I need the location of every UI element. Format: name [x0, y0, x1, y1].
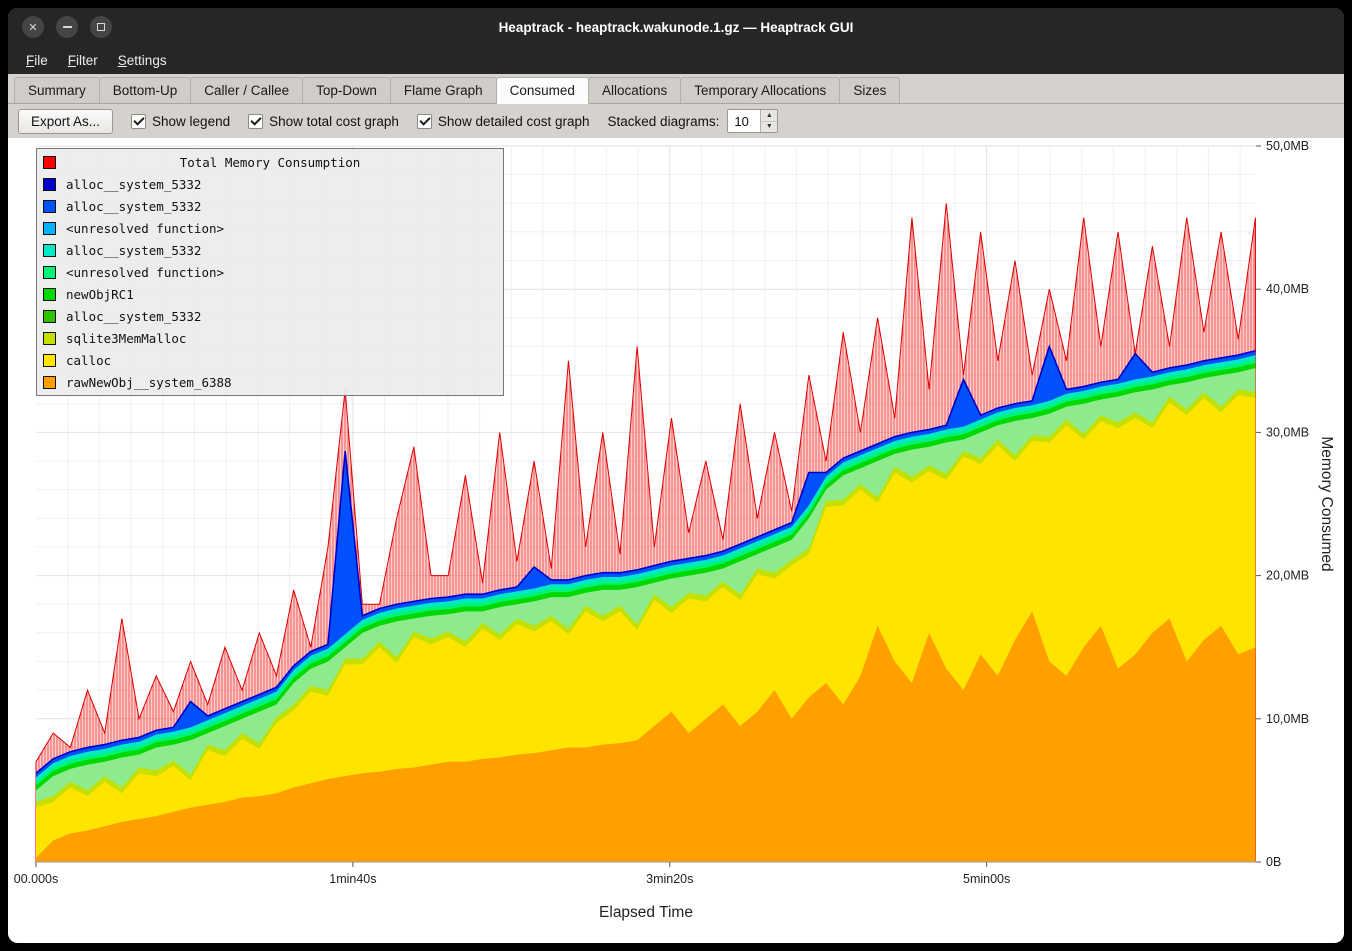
close-icon: ✕: [28, 21, 37, 34]
legend-swatch: [43, 310, 56, 323]
maximize-icon: [97, 23, 105, 31]
stacked-diagrams-group: Stacked diagrams: 10 ▲ ▼: [608, 109, 779, 133]
legend-row: newObjRC1: [37, 283, 503, 305]
legend-row: sqlite3MemMalloc: [37, 327, 503, 349]
show-total-cost-group: Show total cost graph: [248, 114, 399, 129]
spin-buttons: ▲ ▼: [760, 110, 777, 132]
legend-row: <unresolved function>: [37, 217, 503, 239]
legend-label: <unresolved function>: [66, 265, 224, 280]
legend-swatch: [43, 200, 56, 213]
tab-bottom-up[interactable]: Bottom-Up: [99, 77, 192, 103]
spin-up-button[interactable]: ▲: [761, 110, 777, 122]
window-title: Heaptrack - heaptrack.wakunode.1.gz — He…: [8, 20, 1344, 35]
app-window: ✕ Heaptrack - heaptrack.wakunode.1.gz — …: [8, 8, 1344, 943]
y-tick-label: 50,0MB: [1266, 139, 1309, 153]
legend-label: alloc__system_5332: [66, 177, 201, 192]
tab-allocations[interactable]: Allocations: [588, 77, 681, 103]
legend-swatch: [43, 288, 56, 301]
chart-legend: Total Memory Consumption alloc__system_53…: [36, 148, 504, 396]
y-tick-label: 0B: [1266, 855, 1281, 869]
close-button[interactable]: ✕: [22, 16, 44, 38]
legend-label: alloc__system_5332: [66, 199, 201, 214]
legend-swatch: [43, 156, 56, 169]
x-tick-label: 3min20s: [646, 872, 693, 886]
menu-bar: File Filter Settings: [8, 46, 1344, 74]
legend-row: calloc: [37, 349, 503, 371]
show-detailed-cost-group: Show detailed cost graph: [417, 114, 590, 129]
legend-label: calloc: [66, 353, 111, 368]
tab-consumed[interactable]: Consumed: [496, 77, 589, 104]
legend-label: newObjRC1: [66, 287, 134, 302]
legend-title-row: Total Memory Consumption: [37, 151, 503, 173]
title-bar: ✕ Heaptrack - heaptrack.wakunode.1.gz — …: [8, 8, 1344, 46]
tab-sizes[interactable]: Sizes: [839, 77, 900, 103]
minimize-icon: [63, 26, 72, 28]
legend-row: alloc__system_5332: [37, 173, 503, 195]
legend-swatch: [43, 178, 56, 191]
show-legend-label: Show legend: [152, 114, 230, 129]
legend-label: rawNewObj__system_6388: [66, 375, 232, 390]
stacked-diagrams-spinbox[interactable]: 10 ▲ ▼: [727, 109, 778, 133]
tab-flame-graph[interactable]: Flame Graph: [390, 77, 497, 103]
menu-file[interactable]: File: [16, 49, 58, 72]
show-legend-group: Show legend: [131, 114, 230, 129]
legend-swatch: [43, 332, 56, 345]
legend-row: alloc__system_5332: [37, 195, 503, 217]
legend-swatch: [43, 376, 56, 389]
legend-row: rawNewObj__system_6388: [37, 371, 503, 393]
spin-down-button[interactable]: ▼: [761, 122, 777, 133]
legend-label: alloc__system_5332: [66, 309, 201, 324]
legend-swatch: [43, 244, 56, 257]
show-legend-checkbox[interactable]: [131, 114, 146, 129]
legend-label: Total Memory Consumption: [66, 155, 474, 170]
legend-label: <unresolved function>: [66, 221, 224, 236]
menu-filter[interactable]: Filter: [58, 49, 108, 72]
chevron-down-icon: ▼: [766, 123, 773, 130]
maximize-button[interactable]: [90, 16, 112, 38]
show-detailed-cost-label: Show detailed cost graph: [438, 114, 590, 129]
legend-row: alloc__system_5332: [37, 239, 503, 261]
legend-swatch: [43, 222, 56, 235]
menu-settings[interactable]: Settings: [108, 49, 177, 72]
x-tick-label: 1min40s: [329, 872, 376, 886]
x-tick-label: 5min00s: [963, 872, 1010, 886]
x-axis-title: Elapsed Time: [599, 904, 693, 921]
y-tick-label: 10,0MB: [1266, 712, 1309, 726]
stacked-diagrams-value[interactable]: 10: [728, 110, 760, 132]
y-tick-label: 20,0MB: [1266, 569, 1309, 583]
export-as-button[interactable]: Export As...: [18, 109, 113, 134]
chevron-up-icon: ▲: [766, 112, 773, 119]
minimize-button[interactable]: [56, 16, 78, 38]
window-controls: ✕: [22, 8, 112, 46]
legend-label: sqlite3MemMalloc: [66, 331, 186, 346]
x-tick-label: 00.000s: [14, 872, 58, 886]
y-axis-title: Memory Consumed: [1318, 436, 1335, 571]
tab-summary[interactable]: Summary: [14, 77, 100, 103]
show-total-cost-checkbox[interactable]: [248, 114, 263, 129]
tab-caller-callee[interactable]: Caller / Callee: [190, 77, 303, 103]
legend-row: alloc__system_5332: [37, 305, 503, 327]
show-total-cost-label: Show total cost graph: [269, 114, 399, 129]
tab-top-down[interactable]: Top-Down: [302, 77, 391, 103]
legend-swatch: [43, 354, 56, 367]
y-tick-label: 40,0MB: [1266, 282, 1309, 296]
stacked-diagrams-label: Stacked diagrams:: [608, 114, 720, 129]
legend-label: alloc__system_5332: [66, 243, 201, 258]
tab-temporary-allocations[interactable]: Temporary Allocations: [680, 77, 840, 103]
chart-area: 00.000s 1min40s 3min20s 5min00s 0B 10,0MB 20,0…: [8, 138, 1344, 943]
show-detailed-cost-checkbox[interactable]: [417, 114, 432, 129]
legend-swatch: [43, 266, 56, 279]
toolbar: Export As... Show legend Show total cost…: [8, 104, 1344, 138]
y-tick-label: 30,0MB: [1266, 425, 1309, 439]
legend-row: <unresolved function>: [37, 261, 503, 283]
tab-bar: Summary Bottom-Up Caller / Callee Top-Do…: [8, 74, 1344, 104]
